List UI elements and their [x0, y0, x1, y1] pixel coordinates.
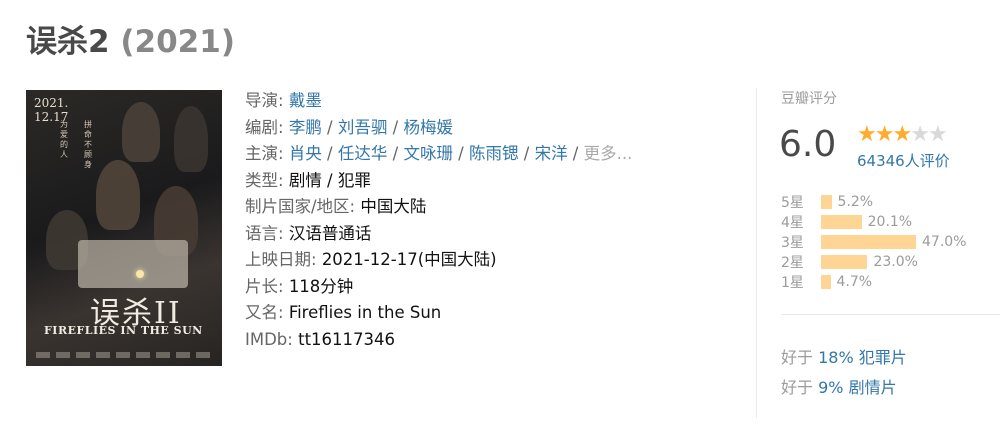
rating-distribution-row: 3星 47.0%	[781, 232, 966, 252]
director-row: 导演: 戴墨	[245, 88, 735, 115]
divider	[781, 314, 1000, 315]
cast-link[interactable]: 任达华	[338, 144, 388, 163]
writers-row: 编剧: 李鹏 / 刘吾驷 / 杨梅媛	[245, 117, 453, 137]
runtime-row: 片长: 118分钟	[245, 274, 735, 301]
poster-light	[136, 270, 144, 278]
distribution-bar	[821, 275, 831, 289]
writers-label: 编剧:	[245, 117, 284, 137]
better-than-link[interactable]: 9% 剧情片	[818, 378, 897, 397]
distribution-label: 5星	[781, 195, 804, 211]
cast-link[interactable]: 肖央	[289, 144, 322, 163]
distribution-bar	[821, 235, 916, 249]
rating-distribution-row: 5星 5.2%	[781, 192, 966, 212]
movie-poster[interactable]: 2021. 12.17 为爱的人 拼命不顾身 误杀II FIREFLIES IN…	[26, 90, 222, 366]
poster-tagline-1: 为爱的人	[60, 120, 68, 159]
runtime-label: 片长:	[245, 276, 284, 296]
cast-link[interactable]: 文咏珊	[403, 144, 453, 163]
language-value: 汉语普通话	[288, 223, 372, 243]
better-than-percent: 18%	[818, 348, 854, 367]
genre-row: 类型: 剧情 / 犯罪	[245, 168, 735, 195]
poster-bed-shape	[78, 240, 188, 288]
language-row: 语言: 汉语普通话	[245, 221, 735, 248]
cast-link[interactable]: 宋洋	[535, 144, 568, 163]
aka-label: 又名:	[245, 303, 284, 322]
imdb-row: IMDb: tt16117346	[245, 327, 735, 354]
imdb-label: IMDb:	[245, 329, 293, 349]
poster-tagline-2: 拼命不顾身	[84, 120, 92, 169]
star-filled-icon: ★	[892, 122, 912, 147]
writer-link[interactable]: 刘吾驷	[338, 118, 388, 137]
genre-value: 剧情 / 犯罪	[288, 170, 371, 190]
better-than-prefix: 好于	[781, 348, 814, 367]
distribution-label: 3星	[781, 235, 804, 251]
rating-distribution-row: 1星 4.7%	[781, 272, 966, 292]
page-title: 误杀2 (2021)	[26, 16, 235, 61]
poster-figure	[96, 160, 140, 230]
aka-value: Fireflies in the Sun	[288, 303, 442, 322]
language-label: 语言:	[245, 223, 284, 243]
rating-score: 6.0	[779, 124, 837, 165]
release-row: 上映日期: 2021-12-17(中国大陆)	[245, 247, 735, 274]
distribution-percent: 47.0%	[922, 234, 967, 250]
distribution-percent: 23.0%	[873, 254, 918, 270]
cast-label: 主演:	[245, 144, 284, 163]
movie-title: 误杀2	[26, 24, 110, 60]
cast-row: 主演: 肖央 / 任达华 / 文咏珊 / 陈雨锶 / 宋洋 / 更多...	[245, 144, 633, 163]
better-than-link[interactable]: 18% 犯罪片	[818, 348, 907, 367]
distribution-label: 2星	[781, 255, 804, 271]
runtime-value: 118分钟	[288, 276, 354, 296]
poster-figure	[174, 106, 208, 172]
better-than-genre: 犯罪片	[858, 348, 907, 367]
better-than-percent: 9%	[818, 378, 844, 397]
distribution-label: 4星	[781, 215, 804, 231]
poster-logo-en: FIREFLIES IN THE SUN	[44, 324, 203, 337]
genre-label: 类型:	[245, 170, 284, 190]
distribution-percent: 4.7%	[836, 274, 873, 290]
rating-panel: 豆瓣评分 6.0 ★★★★★ 64346人评价 5星 5.2% 4星 20.1% 3星 4…	[756, 88, 1000, 418]
better-than-genre: 剧情片	[848, 378, 897, 397]
country-row: 制片国家/地区: 中国大陆	[245, 194, 735, 221]
director-link[interactable]: 戴墨	[289, 91, 322, 110]
rating-distribution-row: 4星 20.1%	[781, 212, 966, 232]
star-empty-icon: ★	[927, 122, 948, 147]
distribution-percent: 5.2%	[837, 194, 874, 210]
country-value: 中国大陆	[360, 197, 427, 216]
release-value: 2021-12-17(中国大陆)	[321, 250, 497, 269]
imdb-value: tt16117346	[298, 329, 396, 349]
rating-distribution: 5星 5.2% 4星 20.1% 3星 47.0% 2星 23.0% 1星 4.7%	[781, 192, 966, 292]
rating-title: 豆瓣评分	[781, 91, 837, 107]
aka-row: 又名: Fireflies in the Sun	[245, 300, 735, 327]
movie-info: 导演: 戴墨 编剧: 李鹏 / 刘吾驷 / 杨梅媛 主演: 肖央 / 任达华 /…	[245, 88, 735, 353]
poster-credits	[36, 352, 212, 358]
writer-link[interactable]: 李鹏	[289, 118, 322, 137]
rating-stars: ★★★★★	[857, 122, 948, 147]
distribution-percent: 20.1%	[867, 214, 913, 230]
star-filled-icon: ★	[874, 122, 895, 147]
cast-link[interactable]: 陈雨锶	[469, 144, 519, 163]
distribution-bar	[821, 255, 868, 269]
distribution-label: 1星	[781, 275, 804, 291]
cast-more-link[interactable]: 更多...	[584, 144, 633, 163]
star-empty-icon: ★	[910, 122, 930, 147]
better-than-prefix: 好于	[781, 378, 814, 397]
movie-year: (2021)	[120, 24, 235, 60]
release-label: 上映日期:	[245, 250, 317, 269]
country-label: 制片国家/地区:	[245, 197, 356, 216]
better-than-row: 好于 9% 剧情片	[781, 374, 897, 398]
rating-count-link[interactable]: 64346人评价	[857, 150, 950, 171]
director-label: 导演:	[245, 91, 284, 110]
distribution-bar	[821, 215, 862, 229]
poster-figure	[122, 102, 160, 162]
better-than-row: 好于 18% 犯罪片	[781, 344, 907, 368]
rating-distribution-row: 2星 23.0%	[781, 252, 966, 272]
star-filled-icon: ★	[857, 122, 877, 147]
writer-link[interactable]: 杨梅媛	[403, 118, 453, 137]
distribution-bar	[821, 195, 832, 209]
